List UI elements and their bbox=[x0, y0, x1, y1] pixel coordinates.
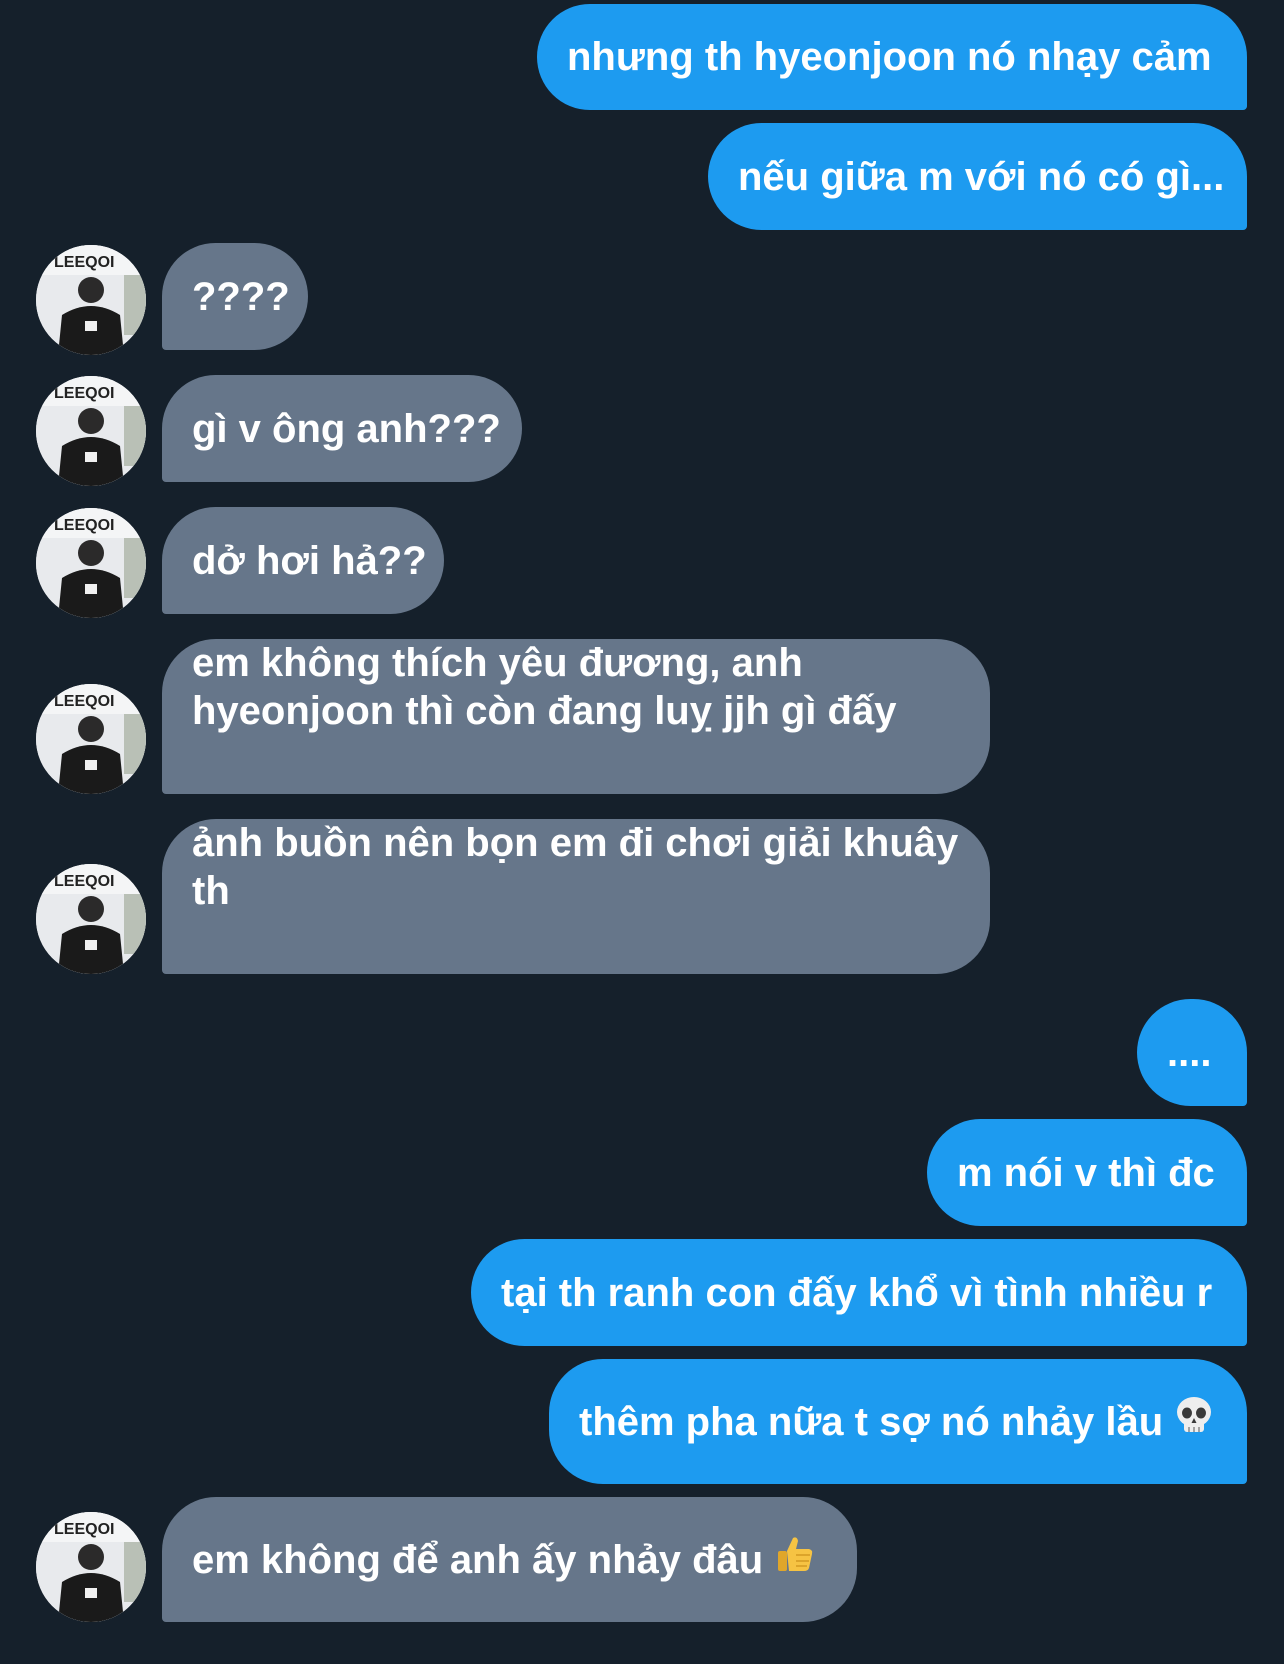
sent-message-bubble[interactable]: nhưng th hyeonjoon nó nhạy cảm bbox=[537, 4, 1247, 110]
message-text: nếu giữa m với nó có gì... bbox=[738, 154, 1225, 199]
svg-text:LEEQOI: LEEQOI bbox=[54, 385, 114, 402]
avatar-photo: LEEQOI bbox=[36, 864, 146, 974]
sent-message-bubble[interactable]: m nói v thì đc bbox=[927, 1119, 1247, 1226]
avatar-photo: LEEQOI bbox=[36, 245, 146, 355]
message-text: dở hơi hả?? bbox=[192, 538, 427, 583]
sent-message-bubble[interactable]: nếu giữa m với nó có gì... bbox=[708, 123, 1247, 230]
dm-conversation-thread: nhưng th hyeonjoon nó nhạy cảm nếu giữa … bbox=[0, 0, 1284, 1664]
svg-text:LEEQOI: LEEQOI bbox=[54, 873, 114, 890]
svg-text:LEEQOI: LEEQOI bbox=[54, 1521, 114, 1538]
contact-avatar[interactable]: LEEQOI bbox=[36, 508, 146, 618]
sent-message-bubble[interactable]: tại th ranh con đấy khổ vì tình nhiều r bbox=[471, 1239, 1247, 1346]
message-text: .... bbox=[1167, 1030, 1212, 1075]
avatar-photo: LEEQOI bbox=[36, 508, 146, 618]
svg-text:LEEQOI: LEEQOI bbox=[54, 517, 114, 534]
received-message-bubble[interactable]: ???? bbox=[162, 243, 308, 350]
message-text: nhưng th hyeonjoon nó nhạy cảm bbox=[567, 35, 1212, 79]
message-text: em không thích yêu đương, anh hyeonjoon … bbox=[192, 641, 897, 733]
contact-avatar[interactable]: LEEQOI bbox=[36, 376, 146, 486]
received-message-bubble[interactable]: em không thích yêu đương, anh hyeonjoon … bbox=[162, 639, 990, 794]
message-text: ảnh buồn nên bọn em đi chơi giải khuây t… bbox=[192, 821, 959, 913]
received-message-bubble[interactable]: gì v ông anh??? bbox=[162, 375, 522, 482]
thumbs-up-emoji bbox=[775, 1534, 815, 1585]
contact-avatar[interactable]: LEEQOI bbox=[36, 245, 146, 355]
message-text: m nói v thì đc bbox=[957, 1150, 1215, 1195]
sent-message-bubble[interactable]: thêm pha nữa t sợ nó nhảy lầu bbox=[549, 1359, 1247, 1484]
svg-text:LEEQOI: LEEQOI bbox=[54, 693, 114, 710]
svg-text:LEEQOI: LEEQOI bbox=[54, 254, 114, 271]
contact-avatar[interactable]: LEEQOI bbox=[36, 1512, 146, 1622]
message-text: gì v ông anh??? bbox=[192, 406, 501, 451]
contact-avatar[interactable]: LEEQOI bbox=[36, 864, 146, 974]
avatar-photo: LEEQOI bbox=[36, 684, 146, 794]
sent-message-bubble[interactable]: .... bbox=[1137, 999, 1247, 1106]
received-message-bubble[interactable]: em không để anh ấy nhảy đâu bbox=[162, 1497, 857, 1622]
message-text: tại th ranh con đấy khổ vì tình nhiều r bbox=[501, 1270, 1213, 1315]
avatar-photo: LEEQOI bbox=[36, 1512, 146, 1622]
received-message-bubble[interactable]: dở hơi hả?? bbox=[162, 507, 444, 614]
contact-avatar[interactable]: LEEQOI bbox=[36, 684, 146, 794]
message-text: ???? bbox=[192, 274, 290, 319]
avatar-photo: LEEQOI bbox=[36, 376, 146, 486]
skull-emoji bbox=[1175, 1396, 1213, 1447]
message-text: thêm pha nữa t sợ nó nhảy lầu bbox=[579, 1399, 1164, 1444]
message-text: em không để anh ấy nhảy đâu bbox=[192, 1537, 764, 1582]
received-message-bubble[interactable]: ảnh buồn nên bọn em đi chơi giải khuây t… bbox=[162, 819, 990, 974]
